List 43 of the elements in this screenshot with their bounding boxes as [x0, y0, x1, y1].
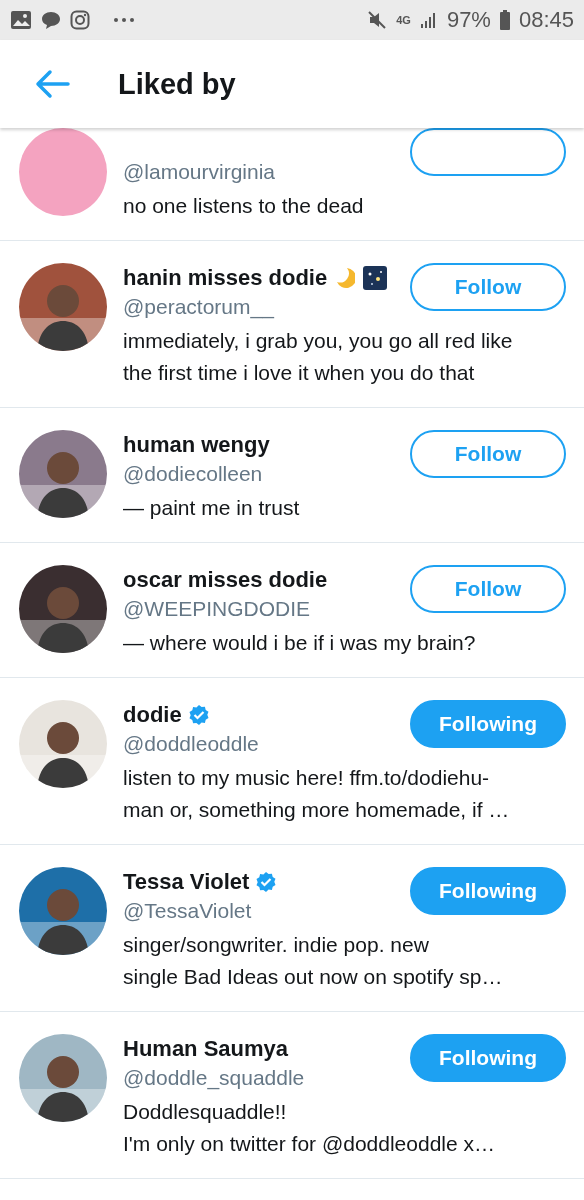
- page-title: Liked by: [118, 67, 236, 101]
- back-button[interactable]: [34, 69, 70, 99]
- clock-time: 08:45: [518, 7, 574, 33]
- more-icon: [113, 17, 135, 23]
- user-name: oscar misses dodie: [123, 567, 328, 593]
- user-name: human wengy: [123, 432, 270, 458]
- user-bio: — paint me in trust: [123, 495, 301, 521]
- user-handle: @dodiecolleen: [123, 462, 264, 486]
- user-row[interactable]: dodie @doddleoddle Following listen to my music here! ffm.to/dodiehu- man or, something more homemade, if …: [0, 678, 584, 845]
- user-handle: @doddle_squaddle: [123, 1066, 306, 1090]
- user-row[interactable]: oscar misses dodie @WEEPINGDODIE Follow — where would i be if i was my brain?: [0, 543, 584, 678]
- battery-percent: 97%: [446, 7, 491, 33]
- user-bio: singer/songwriter. indie pop. new single Bad Ideas out now on spotify sp…: [123, 932, 504, 990]
- user-name: Tessa Violet: [123, 869, 250, 895]
- back-arrow-icon: [34, 69, 70, 99]
- user-name: dodie: [123, 702, 182, 728]
- user-bio: listen to my music here! ffm.to/dodiehu- man or, something more homemade, if …: [123, 765, 511, 823]
- user-row[interactable]: human wengy @dodiecolleen Follow — paint me in trust: [0, 408, 584, 543]
- signal-icon: [419, 11, 438, 29]
- user-row[interactable]: Tessa Violet @TessaViolet Following singer/songwriter. indie pop. new single Bad Ideas out now on spotify sp…: [0, 845, 584, 1012]
- user-handle: @doddleoddle: [123, 732, 260, 756]
- user-handle: @TessaViolet: [123, 899, 253, 923]
- battery-icon: [499, 10, 510, 30]
- user-bio: immediately, i grab you, you go all red like the first time i love it when you do that: [123, 328, 514, 386]
- camera-icon: [70, 10, 90, 30]
- user-name: Human Saumya: [123, 1036, 289, 1062]
- user-bio: Doddlesquaddle!! I'm only on twitter for @doddleoddle x…: [123, 1099, 496, 1157]
- starry-sky-icon: [363, 266, 388, 290]
- user-row[interactable]: Human Saumya @doddle_squaddle Following Doddlesquaddle!! I'm only on twitter for @doddleoddle x…: [0, 1012, 584, 1179]
- user-bio: — where would i be if i was my brain?: [123, 630, 477, 656]
- user-name: hanin misses dodie: [123, 265, 328, 291]
- crescent-moon-icon: [335, 266, 356, 290]
- user-row[interactable]: hanin misses dodie @peractorum__ Follow immediately, i grab you, you go all red like the first time i love it when you do that: [0, 241, 584, 408]
- image-icon: [10, 10, 32, 30]
- follow-button[interactable]: [410, 128, 566, 176]
- chat-icon: [41, 10, 61, 30]
- user-bio: no one listens to the dead: [123, 193, 365, 219]
- user-row[interactable]: @lamourvirginia no one listens to the dead: [0, 128, 584, 241]
- network-label: 4G: [396, 14, 411, 26]
- user-handle: @lamourvirginia: [123, 160, 277, 184]
- muted-icon: [367, 10, 388, 30]
- user-handle: @WEEPINGDODIE: [123, 597, 311, 621]
- user-handle: @peractorum__: [123, 295, 276, 319]
